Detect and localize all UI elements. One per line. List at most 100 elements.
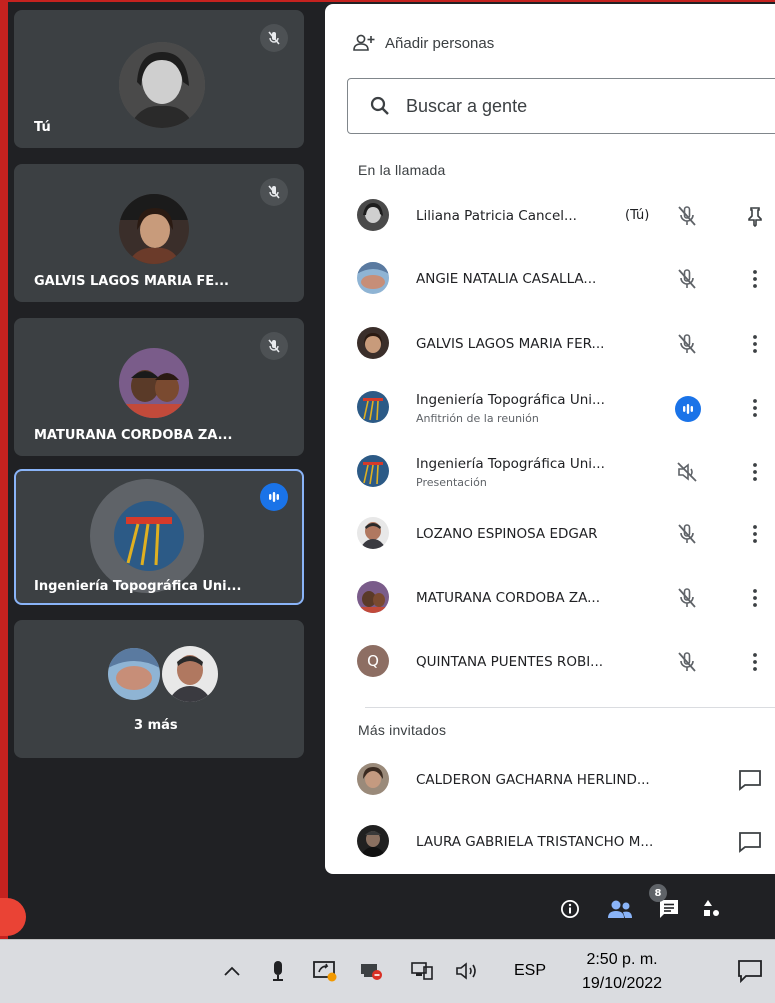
avatar-photo <box>162 646 218 702</box>
people-icon[interactable] <box>606 897 634 926</box>
search-input[interactable] <box>404 94 708 118</box>
more-options-icon[interactable] <box>743 650 767 674</box>
participant-row[interactable]: Ingeniería Topográfica Uni... Anfitrión … <box>347 378 775 438</box>
invited-name: LAURA GABRIELA TRISTANCHO M... <box>416 834 654 850</box>
participant-role: Anfitrión de la reunión <box>416 412 539 425</box>
call-controls <box>558 897 720 926</box>
logo-icon <box>114 501 184 571</box>
avatar <box>106 646 162 702</box>
speaking-icon <box>260 483 288 511</box>
participant-row[interactable]: ANGIE NATALIA CASALLA... <box>347 249 775 309</box>
chevron-up-icon[interactable] <box>222 958 242 984</box>
mic-off-icon <box>675 204 699 228</box>
you-label: (Tú) <box>625 208 650 223</box>
chat-icon[interactable] <box>737 830 761 854</box>
mic-off-icon <box>675 650 699 674</box>
avatar <box>357 327 389 359</box>
mic-off-icon <box>675 267 699 291</box>
add-person-icon <box>353 34 375 51</box>
more-options-icon[interactable] <box>743 396 767 420</box>
avatar-photo <box>119 348 189 418</box>
participant-name: Ingeniería Topográfica Uni... <box>416 392 605 408</box>
avatar <box>119 194 189 264</box>
network-error-icon[interactable] <box>358 958 384 984</box>
invited-name: CALDERON GACHARNA HERLIND... <box>416 772 650 788</box>
participant-row[interactable]: Ingeniería Topográfica Uni... Presentaci… <box>347 442 775 502</box>
search-icon <box>370 96 389 115</box>
tile-name: MATURANA CORDOBA ZA... <box>34 428 233 443</box>
invited-row[interactable]: LAURA GABRIELA TRISTANCHO M... <box>347 812 775 872</box>
search-box[interactable] <box>347 78 775 134</box>
avatar <box>357 763 389 795</box>
time: 2:50 p. m. <box>586 951 658 968</box>
activities-icon[interactable] <box>704 898 720 925</box>
microphone-icon[interactable] <box>270 958 286 984</box>
participant-name: QUINTANA PUENTES ROBI... <box>416 654 604 670</box>
video-tile-overflow[interactable]: 3 más <box>14 620 304 758</box>
avatar <box>114 501 184 571</box>
overflow-count: 3 más <box>134 718 178 733</box>
participant-name: Ingeniería Topográfica Uni... <box>416 456 605 472</box>
more-options-icon[interactable] <box>743 460 767 484</box>
add-people-label: Añadir personas <box>385 34 495 52</box>
language-indicator[interactable]: ESP <box>514 958 546 984</box>
mic-off-icon <box>260 24 288 52</box>
video-tile[interactable]: MATURANA CORDOBA ZA... <box>14 318 304 456</box>
mic-off-icon <box>675 332 699 356</box>
tile-name: Ingeniería Topográfica Uni... <box>34 579 242 594</box>
avatar <box>357 262 389 294</box>
video-tile-self[interactable]: Tú <box>14 10 304 148</box>
mic-off-icon <box>675 586 699 610</box>
video-tile-active-speaker[interactable]: Ingeniería Topográfica Uni... <box>14 469 304 605</box>
pin-icon[interactable] <box>743 204 767 228</box>
participant-row[interactable]: Q QUINTANA PUENTES ROBI... <box>347 632 775 692</box>
network-icon[interactable] <box>410 958 434 984</box>
divider <box>365 707 775 708</box>
in-call-heading: En la llamada <box>358 162 446 178</box>
participant-name: MATURANA CORDOBA ZA... <box>416 590 601 606</box>
taskbar: ESP 2:50 p. m. 19/10/2022 <box>0 939 775 1003</box>
more-options-icon[interactable] <box>743 522 767 546</box>
info-icon[interactable] <box>558 897 582 926</box>
avatar-photo <box>108 648 160 700</box>
more-options-icon[interactable] <box>743 267 767 291</box>
date: 19/10/2022 <box>582 975 663 992</box>
mic-off-icon <box>260 332 288 360</box>
participant-row[interactable]: Liliana Patricia Cancel... (Tú) <box>347 186 775 246</box>
people-panel: Añadir personas En la llamada Liliana Pa… <box>325 4 775 874</box>
notifications-icon[interactable] <box>736 958 764 984</box>
speaker-off-icon <box>675 460 699 484</box>
people-count-badge: 8 <box>649 884 667 902</box>
avatar <box>357 391 389 423</box>
invited-row[interactable]: CALDERON GACHARNA HERLIND... <box>347 750 775 810</box>
clock[interactable]: 2:50 p. m. 19/10/2022 <box>582 948 662 996</box>
more-options-icon[interactable] <box>743 332 767 356</box>
participant-row[interactable]: MATURANA CORDOBA ZA... <box>347 568 775 628</box>
chat-icon[interactable] <box>658 898 680 925</box>
more-options-icon[interactable] <box>743 586 767 610</box>
avatar-photo <box>119 194 189 264</box>
avatar <box>160 644 220 704</box>
avatar <box>357 581 389 613</box>
tile-name: GALVIS LAGOS MARIA FE... <box>34 274 229 289</box>
chat-icon[interactable] <box>737 768 761 792</box>
avatar-letter: Q <box>367 652 379 670</box>
participant-name: GALVIS LAGOS MARIA FER... <box>416 336 605 352</box>
mic-off-icon <box>675 522 699 546</box>
video-tile[interactable]: GALVIS LAGOS MARIA FE... <box>14 164 304 302</box>
meeting-stage: Tú GALVIS LAGOS MARIA FE... MATURANA COR… <box>8 2 775 939</box>
participant-role: Presentación <box>416 476 487 489</box>
screen-share-icon[interactable] <box>312 958 338 984</box>
avatar <box>357 455 389 487</box>
avatar-initial: Q <box>357 645 389 677</box>
add-people-button[interactable]: Añadir personas <box>353 34 494 52</box>
participant-name: LOZANO ESPINOSA EDGAR <box>416 526 598 542</box>
participant-row[interactable]: LOZANO ESPINOSA EDGAR <box>347 504 775 564</box>
volume-icon[interactable] <box>454 958 484 984</box>
participant-row[interactable]: GALVIS LAGOS MARIA FER... <box>347 314 775 374</box>
avatar <box>357 199 389 231</box>
avatar <box>119 42 205 128</box>
participant-name: Liliana Patricia Cancel... <box>416 208 577 224</box>
avatar <box>357 825 389 857</box>
speaking-icon <box>675 396 701 422</box>
